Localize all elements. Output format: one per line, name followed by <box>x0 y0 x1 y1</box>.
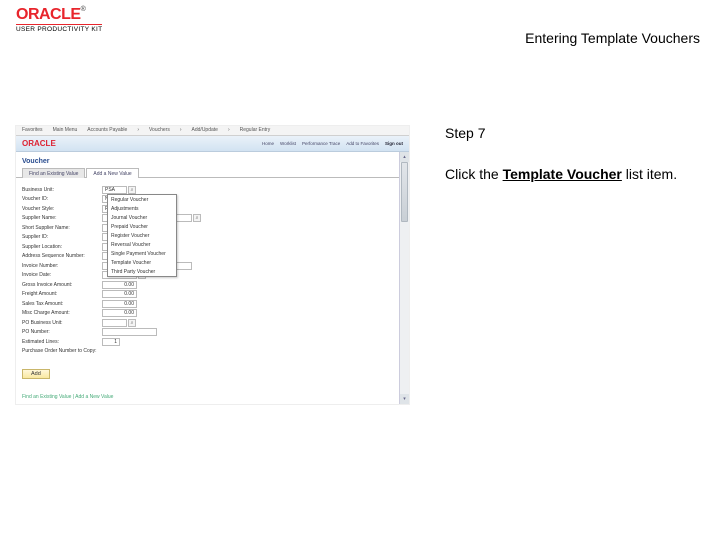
gross-input[interactable]: 0.00 <box>102 281 137 289</box>
scroll-down-icon[interactable]: ▾ <box>400 394 409 404</box>
step-label: Step 7 <box>445 125 705 141</box>
app-header: ORACLE HomeWorklistPerformance TraceAdd … <box>16 136 409 152</box>
lookup-icon[interactable]: ⌕ <box>193 214 201 222</box>
bu-input[interactable]: PSA <box>102 186 127 194</box>
lookup-icon[interactable]: ⌕ <box>128 186 136 194</box>
oracle-logo-block: ORACLE® USER PRODUCTIVITY KIT <box>16 6 102 33</box>
misc-label: Misc Charge Amount: <box>22 310 102 316</box>
elines-label: Estimated Lines: <box>22 339 102 345</box>
scroll-thumb[interactable] <box>401 162 408 222</box>
logo-subtitle: USER PRODUCTIVITY KIT <box>16 24 102 33</box>
app-screenshot: FavoritesMain MenuAccounts Payable›Vouch… <box>15 125 410 405</box>
list-item[interactable]: Prepaid Voucher <box>108 222 176 231</box>
pobu-label: PO Business Unit: <box>22 320 102 326</box>
freight-label: Freight Amount: <box>22 291 102 297</box>
document-title: Entering Template Vouchers <box>525 30 700 46</box>
page-title: Voucher <box>16 152 409 168</box>
add-button[interactable]: Add <box>22 369 50 379</box>
list-item[interactable]: Journal Voucher <box>108 213 176 222</box>
tab-add[interactable]: Add a New Value <box>86 168 138 178</box>
idate-label: Invoice Date: <box>22 272 102 278</box>
list-item[interactable]: Third Party Voucher <box>108 267 176 276</box>
oracle-logo: ORACLE® <box>16 6 102 24</box>
misc-input[interactable]: 0.00 <box>102 309 137 317</box>
ponum-label: PO Number: <box>22 329 102 335</box>
pobu-input[interactable] <box>102 319 127 327</box>
list-item[interactable]: Register Voucher <box>108 231 176 240</box>
sname-label: Supplier Name: <box>22 215 102 221</box>
breadcrumb: FavoritesMain MenuAccounts Payable›Vouch… <box>16 126 409 136</box>
list-item[interactable]: Single Payment Voucher <box>108 249 176 258</box>
list-item[interactable]: Reversal Voucher <box>108 240 176 249</box>
vid-label: Voucher ID: <box>22 196 102 202</box>
ponum-input[interactable] <box>102 328 157 336</box>
app-brand: ORACLE <box>22 139 56 148</box>
ssname-label: Short Supplier Name: <box>22 225 102 231</box>
list-item-template-voucher[interactable]: Template Voucher <box>108 258 176 267</box>
sales-label: Sales Tax Amount: <box>22 301 102 307</box>
elines-input[interactable]: 1 <box>102 338 120 346</box>
vstyle-label: Voucher Style: <box>22 206 102 212</box>
freight-input[interactable]: 0.00 <box>102 290 137 298</box>
instruction-panel: Step 7 Click the Template Voucher list i… <box>445 125 705 183</box>
header-links: HomeWorklistPerformance TraceAdd to Favo… <box>262 141 403 146</box>
aseq-label: Address Sequence Number: <box>22 253 102 259</box>
poh-label: Purchase Order Number to Copy: <box>22 348 122 354</box>
lookup-icon[interactable]: ⌕ <box>128 319 136 327</box>
footer-links[interactable]: Find an Existing Value | Add a New Value <box>22 394 113 400</box>
bu-label: Business Unit: <box>22 187 102 193</box>
scroll-up-icon[interactable]: ▴ <box>400 152 409 162</box>
list-item[interactable]: Adjustments <box>108 204 176 213</box>
step-instruction: Click the Template Voucher list item. <box>445 165 705 183</box>
voucher-style-dropdown[interactable]: Regular Voucher Adjustments Journal Vouc… <box>107 194 177 277</box>
scrollbar[interactable]: ▴ ▾ <box>399 152 409 404</box>
sid-label: Supplier ID: <box>22 234 102 240</box>
list-item[interactable]: Regular Voucher <box>108 195 176 204</box>
voucher-form: Business Unit:PSA⌕ Voucher ID:NEXT Vouch… <box>16 178 409 363</box>
sloc-label: Supplier Location: <box>22 244 102 250</box>
gross-label: Gross Invoice Amount: <box>22 282 102 288</box>
sales-input[interactable]: 0.00 <box>102 300 137 308</box>
inv-label: Invoice Number: <box>22 263 102 269</box>
tab-find[interactable]: Find an Existing Value <box>22 168 85 178</box>
